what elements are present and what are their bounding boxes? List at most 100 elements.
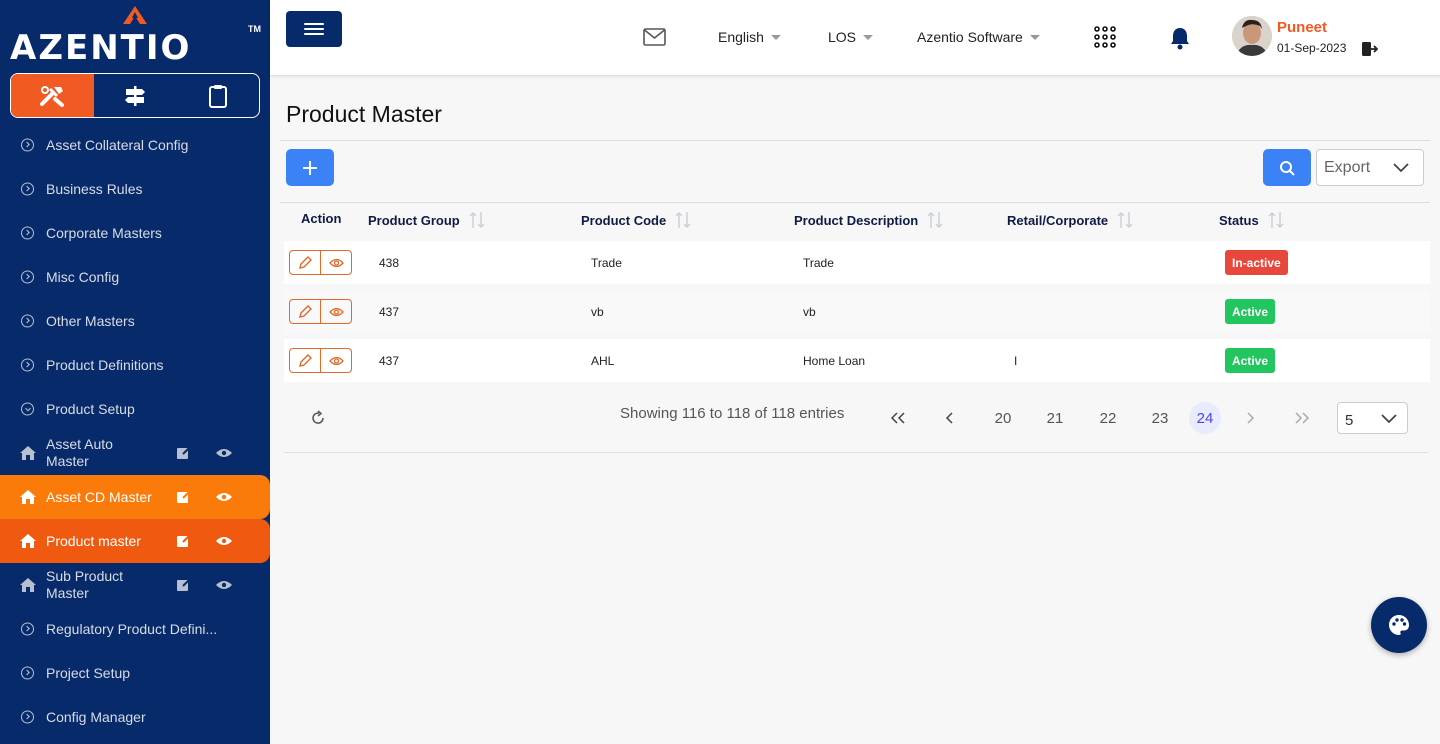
row-actions [289,250,352,275]
divider [280,140,1430,141]
product-code-cell: AHL [591,354,615,368]
view-button[interactable] [320,300,351,323]
sidebar-item-asset-collateral-config[interactable]: Asset Collateral Config [0,123,270,167]
double-chevron-left-icon [890,412,905,424]
page-button-current[interactable]: 24 [1189,402,1221,434]
sidebar-item-label: Product Definitions [46,357,164,373]
product-code-cell: Trade [591,256,622,270]
product-description-cell: Home Loan [803,354,866,368]
module-dropdown[interactable]: LOS [828,29,874,45]
sidebar-item-asset-auto-master[interactable]: Asset Auto Master [0,431,270,475]
user-name: Puneet [1277,19,1328,36]
eye-icon [328,258,344,267]
language-dropdown[interactable]: English [718,29,781,45]
prev-page-button[interactable] [934,402,966,434]
first-page-button[interactable] [882,402,914,434]
sidebar-item-label: Other Masters [46,313,135,329]
eye-icon [328,356,344,365]
sort-icon [1117,212,1133,228]
logo-text: AZENTIO [10,28,192,68]
sidebar-menu: Asset Collateral Config Business Rules C… [0,123,270,739]
column-header-retail-corporate[interactable]: Retail/Corporate [1007,211,1133,229]
edit-icon[interactable] [177,534,191,548]
sidebar-item-label: Regulatory Product Defini... [46,621,218,637]
edit-button[interactable] [290,349,320,372]
sort-icon [927,212,943,228]
palette-icon [1389,615,1409,635]
table-row: 438 Trade Trade In-active [284,241,1430,284]
chevron-circle-icon [21,138,34,152]
last-page-button[interactable] [1286,402,1318,434]
azentio-logo[interactable]: AZENTIO TM [10,6,261,68]
logout-icon[interactable] [1362,42,1378,56]
refresh-icon[interactable] [310,410,326,426]
eye-icon[interactable] [216,448,232,458]
eye-icon[interactable] [216,492,232,502]
tab-clipboard[interactable] [176,74,259,117]
chevron-circle-icon [21,710,34,724]
next-page-button[interactable] [1234,402,1266,434]
tab-signpost[interactable] [94,74,177,117]
sidebar-item-business-rules[interactable]: Business Rules [0,167,270,211]
tab-tools[interactable] [11,74,94,117]
top-header: English LOS Azentio Software Puneet 01-S… [270,0,1440,76]
table-row: 437 AHL Home Loan I Active [284,339,1430,382]
sidebar-item-label: Corporate Masters [46,225,162,241]
sort-icon [1268,212,1284,228]
menu-toggle-button[interactable] [286,11,342,47]
sidebar-item-product-master[interactable]: Product master [0,519,270,563]
edit-icon[interactable] [177,490,191,504]
chevron-circle-icon [21,182,34,196]
bell-icon[interactable] [1169,26,1191,50]
sidebar-item-misc-config[interactable]: Misc Config [0,255,270,299]
page-button-23[interactable]: 23 [1144,402,1176,434]
sidebar-item-product-setup[interactable]: Product Setup [0,387,270,431]
edit-button[interactable] [290,251,320,274]
chevron-circle-icon [21,270,34,284]
sidebar-item-product-definitions[interactable]: Product Definitions [0,343,270,387]
page-button-21[interactable]: 21 [1039,402,1071,434]
company-dropdown[interactable]: Azentio Software [917,29,1040,45]
column-header-product-description[interactable]: Product Description [794,211,943,229]
page-button-22[interactable]: 22 [1092,402,1124,434]
table-row: 437 vb vb Active [284,290,1430,333]
page-button-20[interactable]: 20 [987,402,1019,434]
search-icon [1280,160,1295,176]
sidebar-item-label: Product master [46,533,141,549]
sidebar-item-label: Project Setup [46,665,131,681]
eye-icon [328,307,344,316]
sidebar-item-corporate-masters[interactable]: Corporate Masters [0,211,270,255]
sidebar-item-project-setup[interactable]: Project Setup [0,651,270,695]
eye-icon[interactable] [216,536,232,546]
chevron-down-icon [1381,414,1397,424]
apps-grid-icon[interactable] [1094,26,1116,48]
sidebar-item-config-manager[interactable]: Config Manager [0,695,270,739]
chevron-circle-icon [21,402,34,416]
sidebar-item-sub-product-master[interactable]: Sub Product Master [0,563,270,607]
sidebar-item-other-masters[interactable]: Other Masters [0,299,270,343]
add-button[interactable] [286,149,334,186]
edit-icon[interactable] [177,446,191,460]
export-dropdown[interactable]: Export [1316,149,1424,186]
pagination-summary: Showing 116 to 118 of 118 entries [620,405,845,422]
sidebar-item-regulatory-product-definition[interactable]: Regulatory Product Defini... [0,607,270,651]
search-button[interactable] [1263,149,1311,186]
view-button[interactable] [320,349,351,372]
chevron-circle-icon [21,226,34,240]
sidebar: AZENTIO TM Asset Collateral Config Busin… [0,0,270,744]
mail-icon[interactable] [643,28,666,46]
view-button[interactable] [320,251,351,274]
column-header-product-code[interactable]: Product Code [581,211,691,229]
edit-button[interactable] [290,300,320,323]
chevron-left-icon [945,412,953,424]
theme-palette-button[interactable] [1371,597,1427,653]
sidebar-item-asset-cd-master[interactable]: Asset CD Master [0,475,270,519]
column-header-status[interactable]: Status [1219,211,1284,229]
caret-down-icon [863,34,874,40]
rows-per-page-select[interactable]: 5 [1337,402,1408,434]
column-header-product-group[interactable]: Product Group [368,211,485,229]
avatar[interactable] [1232,16,1272,56]
chevron-circle-icon [21,666,34,680]
edit-icon[interactable] [177,578,191,592]
eye-icon[interactable] [216,580,232,590]
